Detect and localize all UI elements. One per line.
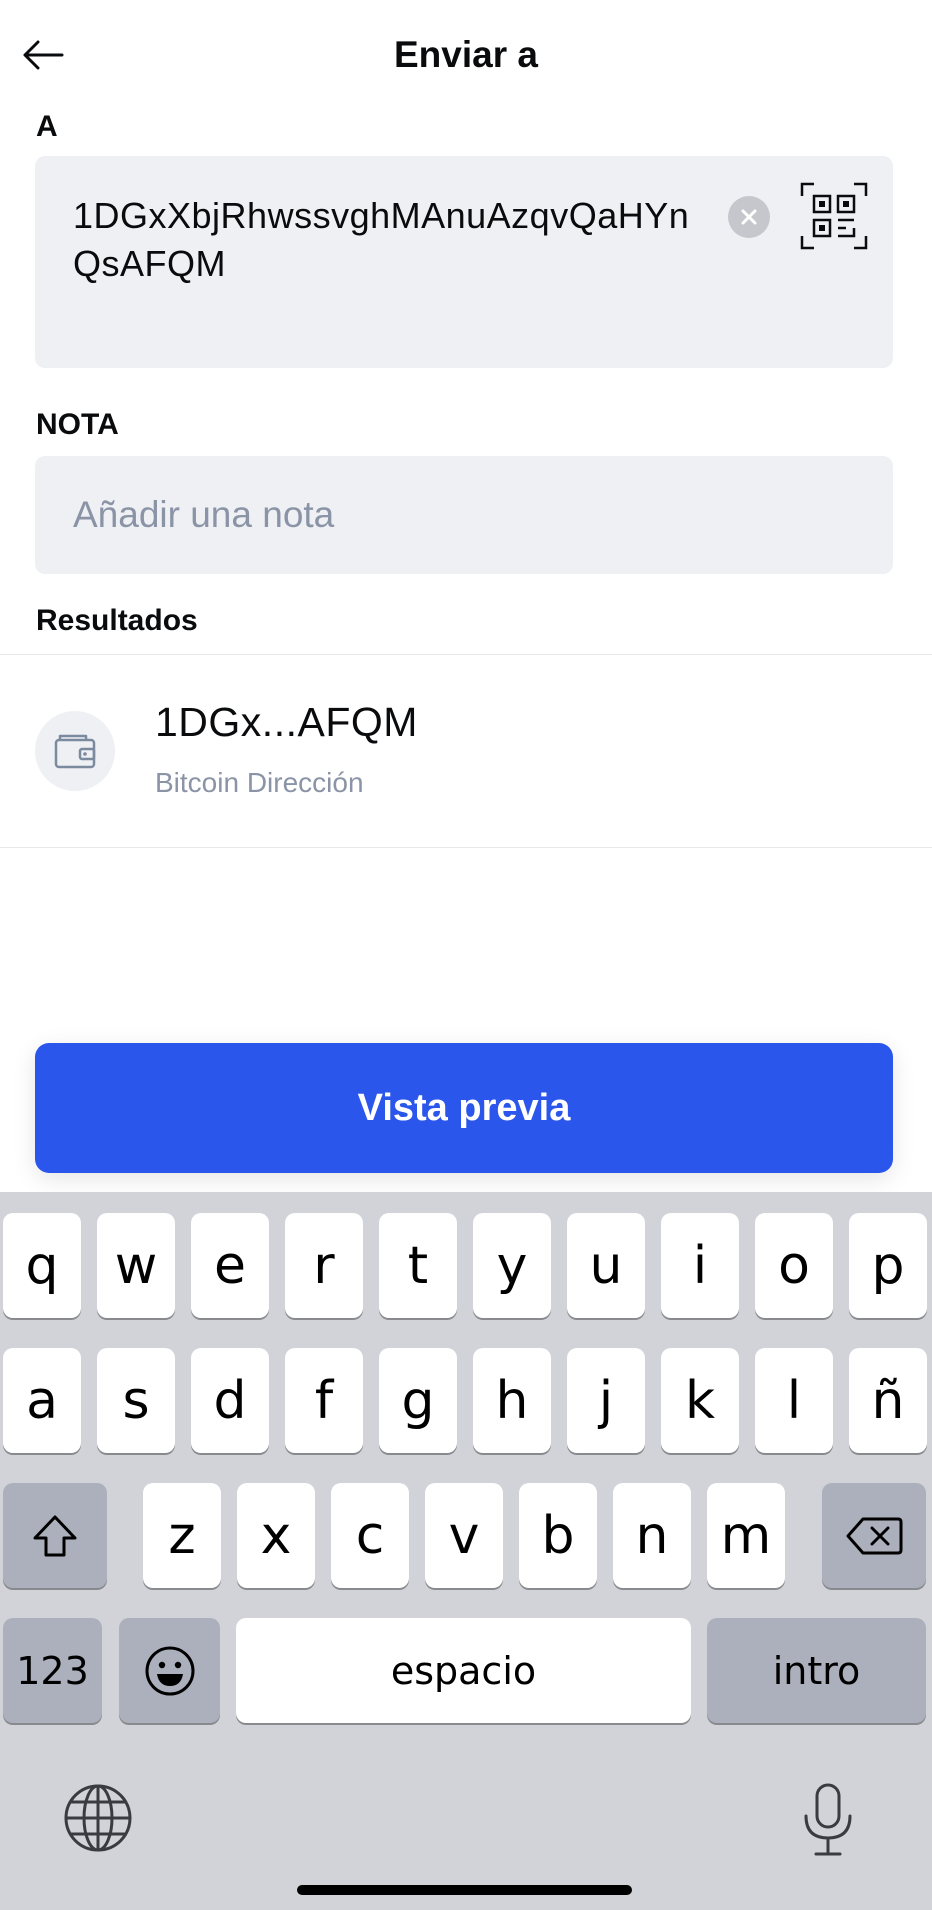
address-field[interactable]: 1DGxXbjRhwssvghMAnuAzqvQaHYnQsAFQM: [35, 156, 893, 368]
address-text[interactable]: 1DGxXbjRhwssvghMAnuAzqvQaHYnQsAFQM: [73, 192, 713, 288]
key-u[interactable]: u: [567, 1213, 645, 1318]
globe-key[interactable]: [62, 1782, 134, 1859]
page-title: Enviar a: [394, 34, 538, 75]
key-r[interactable]: r: [285, 1213, 363, 1318]
key-n[interactable]: n: [613, 1483, 691, 1588]
key-v[interactable]: v: [425, 1483, 503, 1588]
shift-key[interactable]: [3, 1483, 107, 1588]
key-w[interactable]: w: [97, 1213, 175, 1318]
clear-address-button[interactable]: [728, 196, 770, 238]
key-h[interactable]: h: [473, 1348, 551, 1453]
globe-icon: [64, 1784, 132, 1852]
results-label: Resultados: [36, 604, 198, 637]
key-q[interactable]: q: [3, 1213, 81, 1318]
numbers-key[interactable]: 123: [3, 1618, 102, 1723]
preview-button[interactable]: Vista previa: [35, 1043, 893, 1173]
backspace-icon: [846, 1517, 903, 1554]
header: Enviar a: [0, 0, 932, 110]
result-item[interactable]: 1DGx...AFQM Bitcoin Dirección: [0, 655, 932, 847]
wallet-icon: [54, 734, 96, 769]
microphone-key[interactable]: [800, 1782, 856, 1863]
key-y[interactable]: y: [473, 1213, 551, 1318]
wallet-avatar: [35, 711, 115, 791]
divider: [0, 847, 932, 848]
key-c[interactable]: c: [331, 1483, 409, 1588]
key-s[interactable]: s: [97, 1348, 175, 1453]
key-p[interactable]: p: [849, 1213, 927, 1318]
delete-key[interactable]: [822, 1483, 926, 1588]
clear-circle-icon: [741, 209, 757, 225]
key-z[interactable]: z: [143, 1483, 221, 1588]
to-label: A: [36, 110, 58, 143]
key-j[interactable]: j: [567, 1348, 645, 1453]
key-b[interactable]: b: [519, 1483, 597, 1588]
key-m[interactable]: m: [707, 1483, 785, 1588]
emoji-key[interactable]: [119, 1618, 220, 1723]
key-d[interactable]: d: [191, 1348, 269, 1453]
key-i[interactable]: i: [661, 1213, 739, 1318]
microphone-icon: [804, 1783, 852, 1856]
key-a[interactable]: a: [3, 1348, 81, 1453]
key-e[interactable]: e: [191, 1213, 269, 1318]
qr-scan-icon: [800, 182, 868, 250]
key-g[interactable]: g: [379, 1348, 457, 1453]
scan-qr-button[interactable]: [800, 182, 868, 250]
result-subtitle: Bitcoin Dirección: [155, 767, 364, 798]
key-t[interactable]: t: [379, 1213, 457, 1318]
key-l[interactable]: l: [755, 1348, 833, 1453]
shift-icon: [33, 1515, 77, 1556]
note-input[interactable]: [73, 456, 853, 574]
note-label: NOTA: [36, 408, 119, 441]
key-o[interactable]: o: [755, 1213, 833, 1318]
return-key[interactable]: intro: [707, 1618, 926, 1723]
key-enye[interactable]: ñ: [849, 1348, 927, 1453]
result-title: 1DGx...AFQM: [155, 699, 418, 745]
keyboard: q w e r t y u i o p a s d f g h j k l ñ …: [0, 1192, 932, 1910]
space-key[interactable]: espacio: [236, 1618, 691, 1723]
emoji-icon: [145, 1646, 194, 1695]
key-f[interactable]: f: [285, 1348, 363, 1453]
key-x[interactable]: x: [237, 1483, 315, 1588]
key-k[interactable]: k: [661, 1348, 739, 1453]
note-field-container: [35, 456, 893, 574]
home-indicator: [297, 1885, 632, 1895]
